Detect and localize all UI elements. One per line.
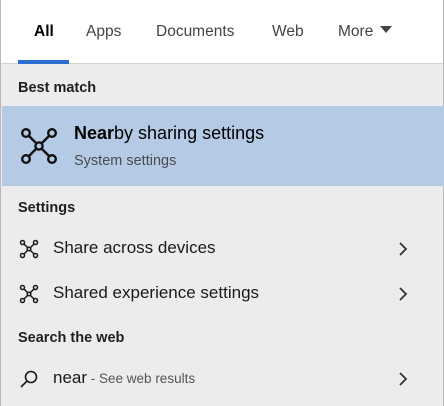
nearby-sharing-icon [19, 239, 39, 259]
tab-web[interactable]: Web [272, 0, 304, 64]
chevron-right-icon [399, 287, 408, 301]
nearby-sharing-icon [21, 128, 58, 165]
search-scope-tabs: All Apps Documents Web More [1, 0, 443, 64]
web-result-text: near - See web results [53, 368, 195, 388]
tab-all[interactable]: All [34, 0, 54, 64]
best-match-title: Nearby sharing settings [74, 123, 264, 144]
settings-item-label: Share across devices [53, 238, 216, 257]
caret-down-icon [380, 26, 393, 34]
settings-item-shared-experience-settings[interactable]: Shared experience settings [2, 272, 444, 316]
web-hint: - See web results [87, 371, 196, 386]
search-web-heading: Search the web [18, 330, 125, 346]
best-match-subtitle: System settings [74, 153, 177, 169]
tab-more-label: More [338, 23, 374, 40]
chevron-right-icon [399, 372, 408, 386]
settings-item-label: Shared experience settings [53, 283, 260, 302]
active-tab-indicator [18, 60, 69, 64]
best-match-title-rest: by sharing settings [114, 123, 265, 143]
nearby-sharing-icon [19, 284, 39, 304]
search-icon [20, 370, 38, 388]
settings-heading: Settings [18, 200, 76, 216]
best-match-heading: Best match [18, 80, 97, 96]
chevron-right-icon [399, 242, 408, 256]
tab-more[interactable]: More [338, 0, 393, 64]
best-match-title-highlight: Near [74, 123, 115, 143]
search-results-panel: All Apps Documents Web More Best match N… [0, 0, 444, 406]
tab-apps[interactable]: Apps [86, 0, 121, 64]
tab-documents[interactable]: Documents [156, 0, 234, 64]
web-search-result[interactable]: near - See web results [2, 357, 444, 401]
best-match-result[interactable]: Nearby sharing settings System settings [2, 106, 444, 186]
settings-item-share-across-devices[interactable]: Share across devices [2, 227, 444, 271]
web-query: near [53, 368, 88, 387]
